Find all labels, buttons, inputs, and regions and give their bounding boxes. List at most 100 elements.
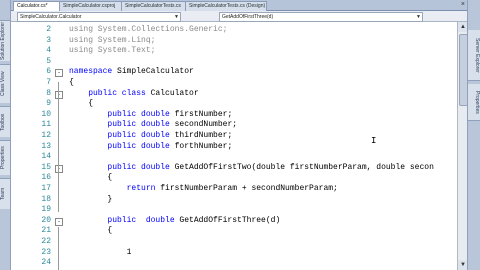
line-number: 6 (46, 67, 51, 77)
keyword-token: return (69, 184, 156, 193)
keyword-token: public double (69, 131, 170, 140)
code-line[interactable]: 16 { (11, 173, 458, 183)
code-line[interactable]: 15- public double GetAddOfFirstTwo(doubl… (11, 163, 458, 173)
tab-simplecalculator-csproj[interactable]: SimpleCalculator.csproj (59, 1, 123, 11)
left-tool-strip: Solution Explorer Class View Toolbox Pro… (0, 0, 11, 270)
collapse-icon[interactable]: - (55, 217, 63, 226)
code-token: firstNumberParam + secondNumberParam; (155, 184, 338, 193)
chevron-down-icon: ▼ (174, 14, 179, 20)
code-line[interactable]: 22 (11, 237, 458, 247)
code-text: public double thirdNumber; (69, 131, 232, 141)
code-text: { (69, 173, 113, 183)
code-text: public double secondNumber; (69, 120, 237, 130)
code-token: firstNumber; (169, 109, 233, 119)
code-token: secondNumber; (169, 120, 238, 130)
code-line[interactable]: 24 (11, 258, 458, 268)
code-line[interactable]: 18 } (11, 195, 458, 205)
right-strip-tab[interactable]: Server Explorer (468, 30, 480, 81)
code-line[interactable]: 6- namespace SimpleCalculator (11, 67, 458, 78)
line-number: 12 (41, 131, 51, 140)
code-text: } (69, 194, 113, 204)
line-number: 15 (41, 162, 51, 172)
code-token: SimpleCalculator (112, 67, 194, 77)
code-text: public class Calculator (69, 88, 199, 99)
keyword-token: public double (69, 215, 175, 225)
code-editor[interactable]: 2 using System.Collections.Generic; 3 using… (11, 22, 458, 270)
code-text: return firstNumberParam + secondNumberPa… (69, 184, 338, 194)
code-text: { (69, 226, 113, 236)
code-line[interactable]: 5 (11, 57, 458, 67)
line-number: 3 (46, 35, 51, 45)
code-token: GetAddOfFirstTwo(double firstNumberParam… (169, 162, 434, 172)
code-text: using System.Linq; (69, 35, 156, 45)
left-strip-tab[interactable]: Properties (0, 140, 10, 175)
line-number: 20 (41, 215, 51, 225)
code-line[interactable]: 4 using System.Text; (11, 46, 458, 56)
code-token: forthNumber; (169, 141, 233, 151)
code-token: Calculator (145, 88, 199, 98)
code-text: using System.Text; (69, 46, 156, 56)
keyword-token: public class (69, 88, 146, 98)
line-number: 22 (41, 237, 51, 246)
code-text: namespace SimpleCalculator (69, 67, 194, 77)
code-line[interactable]: 19 (11, 205, 458, 215)
line-number: 24 (41, 258, 51, 268)
member-combo[interactable]: GetAddOfFirstThree(d) ▼ (219, 12, 423, 22)
line-number: 7 (46, 78, 51, 87)
line-number: 19 (41, 205, 51, 215)
code-line[interactable]: 13 public double forthNumber; (11, 142, 458, 152)
class-combo-value: SimpleCalculator.Calculator (20, 14, 82, 20)
code-line[interactable]: 12 public double thirdNumber; (11, 131, 458, 141)
code-text: public double forthNumber; (69, 142, 232, 152)
code-line[interactable]: 8- public class Calculator (11, 89, 458, 99)
code-line[interactable]: 11 public double secondNumber; (11, 120, 458, 130)
line-number: 14 (41, 152, 51, 162)
keyword-token: public double (69, 109, 170, 119)
line-number: 17 (41, 184, 51, 193)
left-strip-tab[interactable]: Team (0, 178, 10, 209)
line-number: 11 (41, 120, 51, 130)
left-strip-tab[interactable]: Class View (0, 64, 10, 103)
right-strip-tab[interactable]: Properties (468, 84, 480, 121)
code-text: public double firstNumber; (69, 110, 232, 120)
class-combo[interactable]: SimpleCalculator.Calculator ▼ (17, 12, 181, 22)
outline-guide (58, 182, 59, 212)
line-number: 18 (41, 194, 51, 204)
code-line[interactable]: 23 1 (11, 248, 458, 258)
code-line[interactable]: 14 (11, 152, 458, 162)
left-strip-tab[interactable]: Solution Explorer (0, 20, 10, 61)
code-line[interactable]: 20- public double GetAddOfFirstThree(d) (11, 216, 458, 226)
chevron-down-icon: ▼ (416, 14, 421, 20)
keyword-token: namespace (69, 67, 113, 77)
code-text: { (69, 78, 74, 87)
tab-calculator-cs[interactable]: Calculator.cs* (13, 1, 61, 11)
line-number: 4 (46, 46, 51, 56)
code-text: using System.Collections.Generic; (69, 25, 228, 34)
document-tab-bar: Calculator.cs* SimpleCalculator.csproj S… (11, 0, 467, 11)
collapse-icon[interactable]: - (55, 90, 63, 99)
code-line[interactable]: 7{ (11, 78, 458, 88)
code-line[interactable]: 17 return firstNumberParam + secondNumbe… (11, 184, 458, 194)
tab-simplecalculatortests-cs[interactable]: SimpleCalculatorTests.cs (121, 1, 187, 11)
collapse-icon[interactable]: - (55, 69, 63, 78)
tab-simplecalculatortests-design[interactable]: SimpleCalculatorTests.cs (Design) (185, 1, 267, 11)
line-number: 23 (41, 247, 51, 257)
left-strip-tab[interactable]: Toolbox (0, 106, 10, 137)
close-icon[interactable]: × (461, 1, 465, 9)
line-number: 16 (41, 173, 51, 183)
code-line[interactable]: 3 using System.Linq; (11, 36, 458, 46)
keyword-token: public double (69, 141, 170, 151)
collapse-icon[interactable]: - (55, 164, 63, 173)
code-text: public double GetAddOfFirstThree(d) (69, 216, 280, 226)
code-line[interactable]: 2 using System.Collections.Generic; (11, 25, 458, 35)
line-number: 2 (46, 25, 51, 34)
right-tool-strip: Server Explorer Properties (467, 0, 480, 270)
outline-guide (58, 227, 59, 270)
member-combo-value: GetAddOfFirstThree(d) (222, 14, 274, 20)
code-text: { (69, 99, 94, 109)
line-number: 21 (41, 226, 51, 236)
keyword-token: public double (69, 120, 170, 130)
code-line[interactable]: 9 { (11, 99, 458, 109)
code-line[interactable]: 21 { (11, 226, 458, 236)
code-line[interactable]: 10 public double firstNumber; (11, 110, 458, 120)
